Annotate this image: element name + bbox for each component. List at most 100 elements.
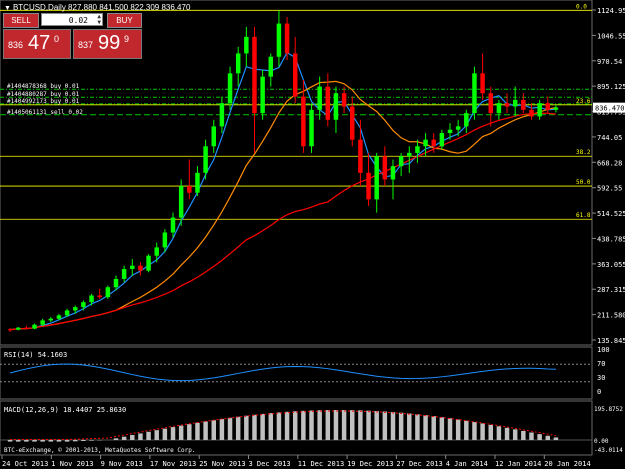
rsi-axis-label: 100 — [597, 346, 610, 354]
buy-button[interactable]: BUY — [107, 13, 142, 28]
fib-label: 61.8 — [576, 212, 591, 219]
candle-body — [537, 103, 542, 117]
price-chart[interactable]: 0.023.638.250.061.8 #1404878368 buy 0.01… — [0, 0, 625, 469]
candle-body — [73, 307, 78, 311]
candle-body — [472, 73, 477, 114]
rsi-label: RSI(14) 54.1603 — [4, 351, 67, 359]
price-tick-label: 744.05 — [597, 134, 622, 142]
order-label: #1404878368 buy 0.01 — [7, 83, 80, 90]
candle-body — [130, 265, 135, 269]
candle-body — [235, 53, 241, 74]
candle-body — [162, 232, 168, 248]
candle-body — [260, 76, 265, 114]
copyright-text: BTC-eExchange, © 2001-2013, MetaQuotes S… — [4, 447, 195, 454]
candle-body — [366, 172, 371, 200]
candle-body — [105, 287, 111, 298]
ask-big: 99 — [98, 32, 121, 54]
candle-body — [170, 217, 176, 233]
candle-body — [252, 36, 257, 114]
ask-sup: 9 — [124, 34, 130, 44]
candle-body — [64, 310, 70, 316]
price-tick-label: 1124.95 — [597, 7, 625, 15]
candle-body — [358, 139, 363, 173]
bid-sup: 0 — [54, 34, 60, 44]
lot-size-input[interactable]: 0.02 ▲ ▼ — [41, 13, 103, 26]
order-label: #1405061131 sell 0.02 — [7, 109, 83, 116]
candle-body — [496, 103, 502, 114]
candle-body — [317, 86, 322, 110]
candle-body — [268, 56, 274, 77]
candle-body — [89, 295, 94, 303]
one-click-trading-panel: SELL 0.02 ▲ ▼ BUY 836 47 0 837 99 9 — [3, 13, 142, 59]
price-tick-label: 211.580 — [597, 312, 625, 320]
candle-body — [56, 315, 62, 319]
price-tick-label: 135.845 — [597, 337, 625, 345]
candle-body — [276, 23, 282, 57]
candle-body — [431, 139, 436, 147]
price-tick-label: 592.55 — [597, 185, 622, 193]
order-label: #1404992173 buy 0.01 — [7, 98, 80, 105]
sell-button[interactable]: SELL — [3, 13, 39, 28]
candle-body — [423, 139, 428, 147]
candle-body — [407, 152, 412, 157]
candle-body — [521, 99, 526, 110]
candle-body — [138, 265, 143, 271]
candle-body — [488, 93, 493, 114]
candle-body — [244, 36, 249, 54]
candle-body — [15, 327, 21, 330]
symbol-title: ▼ BTCUSD,Daily 827.880 841.500 822.309 83… — [4, 3, 191, 12]
bid-big: 47 — [28, 32, 51, 54]
candle-body — [333, 93, 339, 120]
candle-body — [7, 329, 13, 331]
candle-body — [382, 156, 388, 180]
candle-body — [146, 255, 151, 271]
ask-price-box[interactable]: 837 99 9 — [73, 29, 142, 59]
candle-body — [178, 186, 184, 218]
macd-axis-label: 195.8752 — [594, 406, 623, 413]
candle-body — [350, 106, 355, 140]
date-tick-label: 17 Nov 2013 — [150, 460, 196, 468]
candle-body — [512, 99, 518, 107]
price-tick-label: 514.525 — [597, 210, 625, 218]
fib-label: 38.2 — [576, 149, 591, 156]
chart-window[interactable]: 0.0 23.6 38.2 50.0 61.8 #1404878368 buy 0.01… — [0, 0, 625, 469]
candle-body — [415, 146, 420, 153]
price-tick-label: 668.28 — [597, 159, 622, 167]
ask-prefix: 837 — [78, 40, 94, 50]
candle-body — [504, 103, 510, 107]
candle-body — [284, 23, 290, 54]
macd-label: MACD(12,26,9) 18.4407 25.8630 — [4, 406, 126, 414]
rsi-panel — [0, 346, 593, 400]
current-price-label: 836.470 — [595, 105, 625, 113]
candle-body — [81, 302, 86, 308]
date-tick-label: 19 Dec 2013 — [347, 460, 393, 468]
macd-axis-label: -43.0114 — [594, 447, 623, 454]
price-tick-label: 287.315 — [597, 286, 625, 294]
date-tick-label: 1 Nov 2013 — [51, 460, 93, 468]
price-tick-label: 363.055 — [597, 261, 625, 269]
candle-body — [40, 320, 45, 325]
date-tick-label: 25 Nov 2013 — [199, 460, 245, 468]
date-tick-label: 4 Jan 2014 — [446, 460, 488, 468]
price-tick-label: 970.54 — [597, 58, 622, 66]
candle-body — [374, 156, 379, 200]
rsi-axis-label: 0 — [597, 388, 601, 396]
candle-body — [464, 113, 469, 127]
bid-price-box[interactable]: 836 47 0 — [3, 29, 71, 59]
candle-body — [113, 278, 119, 288]
candle-body — [32, 324, 37, 329]
candle-body — [219, 103, 225, 127]
title-arrow-icon: ▼ — [4, 5, 11, 12]
date-tick-label: 20 Jan 2014 — [544, 460, 590, 468]
candle-body — [325, 86, 331, 120]
lot-stepper-icon[interactable]: ▲ ▼ — [97, 14, 101, 26]
candle-body — [48, 318, 54, 321]
candle-body — [154, 247, 159, 256]
candle-body — [121, 268, 127, 279]
bid-prefix: 836 — [8, 40, 24, 50]
candle-body — [390, 166, 396, 180]
price-tick-label: 1046.555 — [597, 32, 625, 40]
candle-body — [211, 126, 216, 147]
candle-body — [341, 93, 347, 107]
date-tick-label: 24 Oct 2013 — [2, 460, 48, 468]
